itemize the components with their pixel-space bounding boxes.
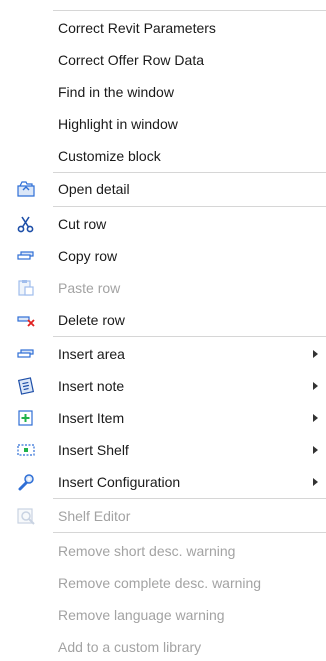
menu-item-insert-note[interactable]: Insert note: [0, 372, 326, 400]
menu-item-insert-shelf[interactable]: Insert Shelf: [0, 436, 326, 464]
menu-item-label: Paste row: [58, 280, 121, 296]
menu-item-label: Highlight in window: [58, 116, 178, 132]
menu-item-insert-area[interactable]: Insert area: [0, 340, 326, 368]
submenu-arrow-icon: [313, 478, 318, 486]
menu-separator: [53, 206, 326, 207]
context-menu: Correct Revit Parameters Correct Offer R…: [0, 0, 326, 655]
scissors-icon: [16, 214, 36, 234]
menu-item-remove-language-warning[interactable]: Remove language warning: [0, 601, 326, 629]
paste-icon: [16, 278, 36, 298]
menu-item-label: Correct Offer Row Data: [58, 52, 205, 68]
menu-item-remove-short-desc-warning[interactable]: Remove short desc. warning: [0, 537, 326, 565]
menu-item-label: Insert Item: [58, 410, 125, 426]
menu-separator: [53, 172, 326, 173]
submenu-arrow-icon: [313, 446, 318, 454]
copy-row-icon: [16, 246, 36, 266]
menu-item-label: Insert note: [58, 378, 125, 394]
submenu-arrow-icon: [313, 350, 318, 358]
open-folder-icon: [16, 179, 36, 199]
menu-item-label: Delete row: [58, 312, 125, 328]
menu-item-paste-row[interactable]: Paste row: [0, 274, 326, 302]
menu-item-correct-revit-parameters[interactable]: Correct Revit Parameters: [0, 14, 326, 42]
menu-item-label: Remove short desc. warning: [58, 543, 236, 559]
menu-item-label: Customize block: [58, 148, 161, 164]
menu-item-label: Correct Revit Parameters: [58, 20, 216, 36]
menu-item-label: Cut row: [58, 216, 107, 232]
menu-item-label: Find in the window: [58, 84, 174, 100]
menu-item-add-to-custom-library[interactable]: Add to a custom library: [0, 633, 326, 661]
shelf-editor-icon: [16, 506, 36, 526]
insert-note-icon: [16, 376, 36, 396]
menu-separator: [53, 336, 326, 337]
insert-configuration-icon: [16, 472, 36, 492]
menu-item-find-in-window[interactable]: Find in the window: [0, 78, 326, 106]
menu-item-label: Insert area: [58, 346, 125, 362]
menu-item-label: Shelf Editor: [58, 508, 131, 524]
menu-item-insert-configuration[interactable]: Insert Configuration: [0, 468, 326, 496]
menu-item-label: Insert Shelf: [58, 442, 129, 458]
menu-item-label: Open detail: [58, 181, 130, 197]
menu-item-correct-offer-row-data[interactable]: Correct Offer Row Data: [0, 46, 326, 74]
menu-item-customize-block[interactable]: Customize block: [0, 142, 326, 170]
menu-item-highlight-in-window[interactable]: Highlight in window: [0, 110, 326, 138]
menu-item-label: Remove complete desc. warning: [58, 575, 262, 591]
menu-item-cut-row[interactable]: Cut row: [0, 210, 326, 238]
menu-item-label: Insert Configuration: [58, 474, 181, 490]
menu-separator: [53, 498, 326, 499]
insert-shelf-icon: [16, 440, 36, 460]
menu-item-insert-item[interactable]: Insert Item: [0, 404, 326, 432]
insert-area-icon: [16, 344, 36, 364]
menu-item-shelf-editor[interactable]: Shelf Editor: [0, 502, 326, 530]
submenu-arrow-icon: [313, 414, 318, 422]
menu-item-label: Add to a custom library: [58, 639, 202, 655]
menu-item-label: Remove language warning: [58, 607, 225, 623]
submenu-arrow-icon: [313, 382, 318, 390]
menu-separator: [53, 10, 326, 11]
menu-item-copy-row[interactable]: Copy row: [0, 242, 326, 270]
delete-row-icon: [16, 310, 36, 330]
menu-item-delete-row[interactable]: Delete row: [0, 306, 326, 334]
menu-item-open-detail[interactable]: Open detail: [0, 175, 326, 203]
menu-item-label: Copy row: [58, 248, 118, 264]
menu-separator: [53, 532, 326, 533]
insert-item-icon: [16, 408, 36, 428]
menu-item-remove-complete-desc-warning[interactable]: Remove complete desc. warning: [0, 569, 326, 597]
